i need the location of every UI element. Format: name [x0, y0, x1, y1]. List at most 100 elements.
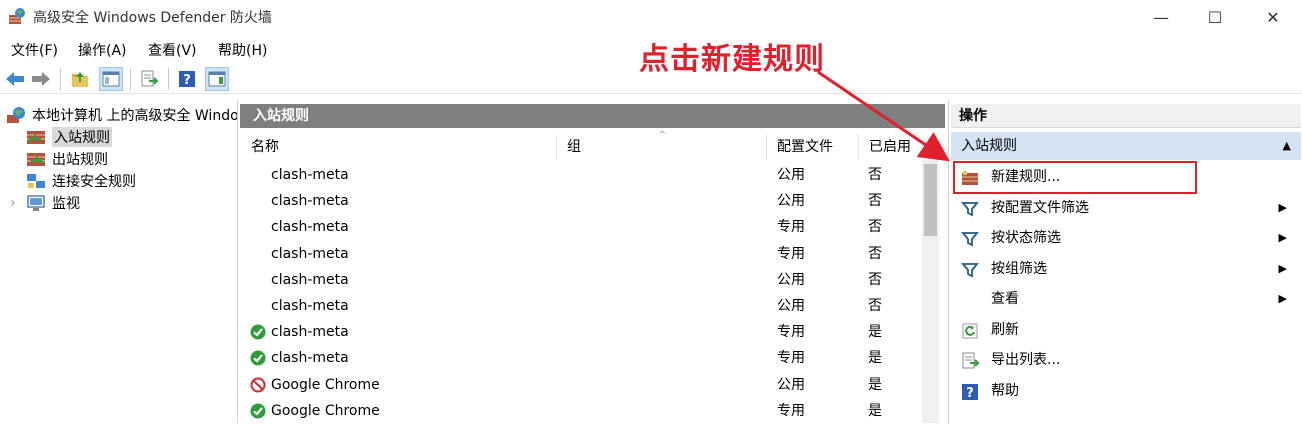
rule-profile: 公用	[777, 271, 805, 288]
filter-icon	[961, 232, 979, 247]
export-list-button[interactable]	[137, 67, 161, 91]
menu-action[interactable]: 操作(A)	[78, 40, 127, 60]
rule-name: Google Chrome	[271, 402, 380, 419]
rule-profile: 专用	[777, 402, 805, 419]
table-row[interactable]: clash-meta 公用 否	[240, 188, 920, 214]
menu-help[interactable]: 帮助(H)	[218, 40, 267, 60]
table-row[interactable]: Google Chrome 专用 是	[240, 398, 920, 424]
minimize-button[interactable]: —	[1138, 0, 1184, 34]
annotation-text: 点击新建规则	[639, 42, 825, 77]
action-help[interactable]: ? 帮助	[951, 376, 1301, 406]
rule-profile: 公用	[777, 298, 805, 314]
rule-name: clash-meta	[271, 167, 349, 183]
column-header-profile[interactable]: 配置文件	[766, 134, 858, 160]
maximize-button[interactable]: ☐	[1192, 0, 1238, 34]
rule-profile: 公用	[777, 167, 805, 183]
folder-up-icon	[72, 72, 88, 87]
rule-name: clash-meta	[271, 324, 349, 341]
action-label: 查看	[991, 291, 1019, 307]
toolbar-separator	[130, 68, 131, 90]
table-row[interactable]: Google Chrome 公用 是	[240, 372, 920, 398]
rule-name: clash-meta	[271, 350, 349, 367]
tree-item-monitoring[interactable]: › 监视	[10, 192, 80, 214]
rule-enabled: 否	[868, 298, 882, 314]
action-export-list[interactable]: 导出列表...	[951, 345, 1301, 375]
help-icon: ?	[962, 383, 978, 401]
table-row[interactable]: clash-meta 专用 是	[240, 345, 920, 371]
rule-block-icon	[250, 377, 266, 393]
expand-chevron-icon[interactable]: ›	[10, 195, 26, 211]
pane-title: 入站规则	[240, 104, 945, 128]
action-label: 按配置文件筛选	[991, 199, 1089, 216]
tree-item-label: 连接安全规则	[52, 174, 136, 190]
outbound-rules-icon	[27, 153, 45, 166]
filter-icon	[961, 201, 979, 216]
action-label: 按组筛选	[991, 260, 1047, 277]
toolbar-separator	[168, 68, 169, 90]
back-button[interactable]	[3, 67, 27, 91]
up-level-button[interactable]	[68, 67, 92, 91]
action-view[interactable]: 查看 ▶	[951, 284, 1301, 314]
console-tree: 本地计算机 上的高级安全 Windows Defender 防火墙 入站规则 出…	[0, 100, 238, 423]
action-filter-by-profile[interactable]: 按配置文件筛选 ▶	[951, 193, 1301, 223]
tree-root[interactable]: 本地计算机 上的高级安全 Windows Defender 防火墙	[6, 104, 237, 126]
svg-text:?: ?	[966, 386, 974, 401]
monitoring-icon	[27, 195, 45, 211]
submenu-arrow-icon: ▶	[1278, 261, 1287, 275]
rule-name: clash-meta	[271, 271, 349, 288]
menu-file[interactable]: 文件(F)	[11, 40, 58, 60]
actions-section-inbound-rules[interactable]: 入站规则 ▲	[951, 132, 1301, 160]
action-refresh[interactable]: 刷新	[951, 315, 1301, 345]
rule-profile: 专用	[777, 245, 805, 262]
rule-enabled: 是	[868, 376, 882, 393]
rule-profile: 公用	[777, 193, 805, 210]
close-button[interactable]: ✕	[1250, 0, 1296, 34]
table-row[interactable]: clash-meta 专用 否	[240, 241, 920, 267]
show-hide-action-pane-button[interactable]	[205, 67, 229, 91]
table-row[interactable]: clash-meta 公用 否	[240, 267, 920, 293]
column-header-name[interactable]: 名称	[240, 134, 556, 160]
tree-item-inbound-rules[interactable]: 入站规则	[26, 126, 112, 148]
table-row[interactable]: clash-meta 公用 否	[240, 162, 920, 188]
rule-profile: 专用	[777, 324, 805, 341]
tree-item-connection-security-rules[interactable]: 连接安全规则	[26, 170, 136, 192]
rule-enabled: 否	[868, 167, 882, 183]
rule-profile: 专用	[777, 219, 805, 236]
action-label: 帮助	[991, 382, 1019, 399]
toolbar-separator	[60, 68, 61, 90]
forward-button[interactable]	[29, 67, 53, 91]
forward-arrow-icon	[32, 72, 50, 86]
collapse-caret-icon[interactable]: ▲	[1283, 132, 1291, 160]
table-row[interactable]: clash-meta 专用 是	[240, 319, 920, 345]
tree-item-label: 入站规则	[52, 127, 112, 147]
rule-name: Google Chrome	[271, 376, 380, 393]
refresh-icon	[962, 323, 978, 338]
action-filter-by-group[interactable]: 按组筛选 ▶	[951, 254, 1301, 284]
show-hide-console-tree-button[interactable]	[99, 67, 123, 91]
action-label: 导出列表...	[991, 352, 1061, 368]
table-row[interactable]: clash-meta 公用 否	[240, 293, 920, 319]
help-button[interactable]: ?	[175, 67, 199, 91]
rule-name: clash-meta	[271, 219, 349, 236]
rule-allow-icon	[250, 324, 266, 340]
action-label: 刷新	[991, 321, 1019, 338]
menu-view[interactable]: 查看(V)	[148, 40, 197, 60]
action-filter-by-state[interactable]: 按状态筛选 ▶	[951, 223, 1301, 253]
inbound-rules-icon	[27, 131, 45, 144]
rule-enabled: 是	[868, 350, 882, 367]
connection-security-icon	[27, 174, 45, 188]
sort-indicator-icon: ^	[658, 130, 667, 141]
scrollbar-thumb[interactable]	[924, 164, 937, 236]
rule-name: clash-meta	[271, 298, 349, 314]
column-header-enabled[interactable]: 已启用	[858, 134, 928, 160]
table-row[interactable]: clash-meta 专用 否	[240, 214, 920, 240]
tree-item-outbound-rules[interactable]: 出站规则	[26, 148, 108, 170]
rule-allow-icon	[250, 403, 266, 419]
rule-profile: 专用	[777, 350, 805, 367]
vertical-scrollbar[interactable]	[922, 160, 939, 423]
rule-enabled: 否	[868, 193, 882, 210]
back-arrow-icon	[6, 72, 24, 86]
submenu-arrow-icon: ▶	[1278, 292, 1287, 305]
export-list-icon	[962, 352, 979, 369]
action-pane-icon	[208, 71, 226, 87]
